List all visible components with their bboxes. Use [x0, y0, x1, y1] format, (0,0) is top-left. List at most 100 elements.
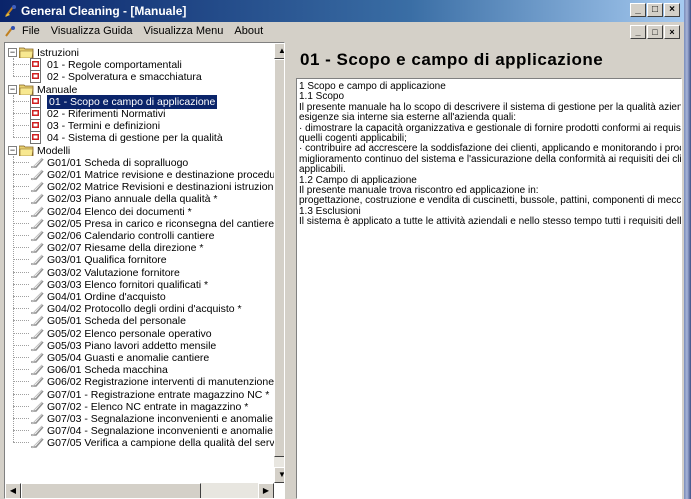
tree-connector — [13, 198, 29, 200]
form-edit-icon — [31, 267, 44, 278]
broom-app-icon — [5, 5, 16, 17]
document-text-area[interactable]: 1 Scopo e campo di applicazione 1.1 Scopo… — [296, 78, 682, 499]
mdi-restore-button[interactable]: □ — [647, 25, 663, 39]
form-edit-icon — [31, 157, 44, 169]
pdf-document-icon — [30, 94, 41, 108]
mdi-minimize-button[interactable]: _ — [630, 25, 646, 39]
menu-visualizza-menu[interactable]: Visualizza Menu — [143, 25, 223, 37]
scroll-left-button[interactable]: ◀ — [5, 483, 21, 498]
tree-connector — [13, 332, 29, 334]
form-edit-icon — [31, 255, 44, 266]
folder-open-icon — [19, 47, 34, 58]
folder-open-icon — [19, 145, 34, 156]
form-edit-icon — [31, 218, 44, 230]
tree-connector — [13, 125, 29, 127]
form-edit-icon — [31, 340, 44, 352]
menu-visualizza-guida[interactable]: Visualizza Guida — [51, 25, 133, 37]
tree-item-label: G07/05 Verifica a campione della qualità… — [47, 437, 275, 450]
form-edit-icon — [31, 181, 44, 193]
collapse-toggle-icon[interactable]: − — [8, 84, 17, 94]
pdf-document-icon — [30, 119, 41, 133]
tree-connector — [13, 222, 29, 224]
tree-connector — [13, 94, 14, 138]
tree-connector — [13, 247, 29, 249]
tree-connector — [13, 76, 29, 78]
tree-connector — [13, 381, 29, 383]
document-text-line: Il sistema è applicato a tutte le attivi… — [299, 216, 682, 228]
document-text-line: applicabili. — [299, 164, 346, 176]
menu-bar: File Visualizza Guida Visualizza Menu Ab… — [0, 22, 684, 41]
tree-connector — [13, 308, 29, 310]
tree-connector — [13, 64, 29, 66]
menu-file[interactable]: File — [22, 25, 40, 37]
form-edit-icon — [31, 230, 44, 242]
minimize-button[interactable]: _ — [630, 3, 646, 17]
document-text-line: Il presente manuale trova riscontro ed a… — [299, 185, 539, 196]
document-text-line: 1 Scopo e campo di applicazione — [299, 81, 446, 92]
tree-connector — [13, 186, 29, 188]
tree-connector — [13, 357, 29, 358]
tree-connector — [13, 418, 29, 419]
form-edit-icon — [31, 377, 44, 388]
tree-connector — [13, 174, 29, 175]
form-edit-icon — [31, 328, 44, 339]
tree-connector — [13, 442, 29, 444]
caption-buttons: _ □ × — [629, 3, 680, 17]
tree-connector — [13, 430, 29, 432]
form-edit-icon — [31, 291, 44, 303]
document-text-line: miglioramento continuo del sistema e l'a… — [299, 153, 682, 165]
form-edit-icon — [31, 279, 44, 291]
maximize-button[interactable]: □ — [647, 3, 663, 17]
tree-connector — [13, 161, 29, 163]
form-edit-icon — [31, 364, 44, 376]
tree-connector — [13, 210, 29, 212]
tree-connector — [13, 405, 29, 407]
form-edit-icon — [31, 352, 44, 364]
document-text-line: 1.3 Esclusioni — [299, 205, 361, 217]
scroll-thumb[interactable] — [274, 59, 284, 457]
form-edit-icon — [31, 438, 44, 449]
form-edit-icon — [31, 242, 44, 254]
app-window: General Cleaning - [Manuale] _ □ × File … — [0, 0, 684, 499]
tree-connector — [13, 320, 29, 322]
document-text-line: esigenze sia interne sia esterne all'azi… — [299, 112, 517, 124]
scroll-up-button[interactable]: ▲ — [274, 43, 284, 59]
pdf-document-icon — [30, 58, 41, 72]
folder-open-icon — [19, 84, 34, 95]
form-edit-icon — [31, 303, 44, 315]
document-text-line: quelli cogenti applicabili; — [299, 133, 407, 144]
tree-connector — [13, 100, 29, 102]
form-edit-icon — [31, 425, 44, 437]
form-edit-icon — [31, 401, 44, 413]
tree-connector — [13, 271, 29, 273]
document-text-line: progettazione, costruzione e vendita di … — [299, 195, 682, 207]
tree-connector — [13, 369, 29, 371]
scroll-down-button[interactable]: ▼ — [274, 467, 284, 483]
form-edit-icon — [31, 413, 44, 425]
tree-connector — [13, 344, 29, 346]
pdf-document-icon — [30, 107, 41, 120]
scroll-right-button[interactable]: ▶ — [258, 483, 274, 498]
form-edit-icon — [31, 389, 44, 400]
form-edit-icon — [31, 316, 44, 327]
hscroll-thumb[interactable] — [21, 483, 201, 498]
collapse-toggle-icon[interactable]: − — [8, 48, 17, 57]
collapse-toggle-icon[interactable]: − — [8, 145, 17, 155]
pdf-document-icon — [30, 70, 41, 84]
page-title: 01 - Scopo e campo di applicazione — [300, 50, 604, 69]
tree-connector — [13, 393, 29, 395]
tree-vertical-scrollbar[interactable]: ▲ ▼ — [274, 43, 284, 483]
tree-connector — [13, 137, 29, 139]
title-bar[interactable]: General Cleaning - [Manuale] _ □ × — [0, 0, 684, 22]
document-system-icon[interactable] — [4, 25, 18, 39]
close-button[interactable]: × — [664, 3, 680, 17]
menu-about[interactable]: About — [234, 25, 263, 37]
form-edit-icon — [31, 206, 44, 217]
tree-horizontal-scrollbar[interactable]: ◀ ▶ — [5, 483, 274, 498]
tree-item[interactable]: G07/05 Verifica a campione della qualità… — [5, 436, 275, 450]
form-edit-icon — [31, 194, 44, 205]
document-text-line: · dimostrare la capacità organizzativa e… — [299, 122, 682, 134]
tree-connector — [13, 296, 29, 297]
tree-connector — [13, 58, 14, 77]
mdi-close-button[interactable]: × — [664, 25, 680, 39]
